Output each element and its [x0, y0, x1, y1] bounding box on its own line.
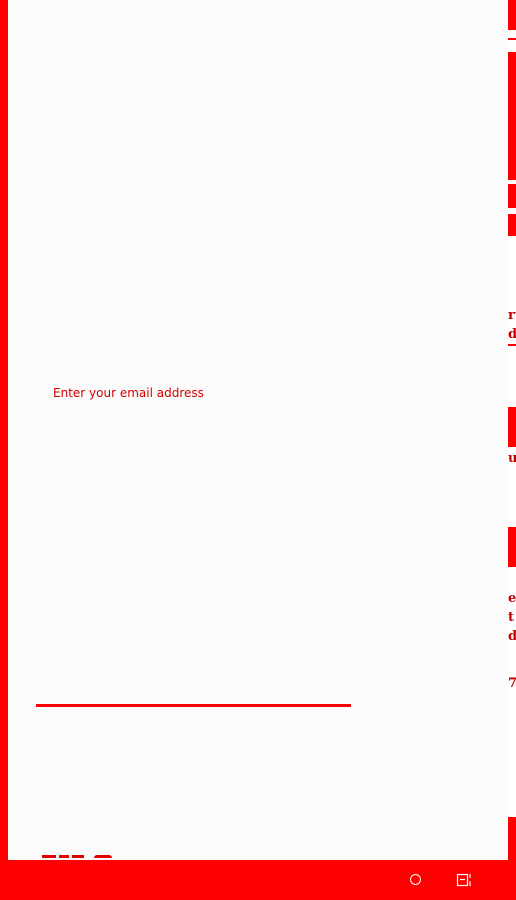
- recents-icon-glyph: [456, 873, 471, 887]
- panel-glyph: d: [508, 328, 516, 342]
- circle-icon[interactable]: [410, 874, 421, 885]
- panel-bar: [508, 817, 516, 860]
- panel-bar: [508, 52, 516, 180]
- panel-bar: [508, 184, 516, 208]
- panel-glyph: t: [508, 611, 515, 625]
- panel-glyph: e: [508, 592, 516, 606]
- panel-bar: [508, 407, 516, 447]
- panel-glyph: d: [508, 630, 516, 644]
- email-field[interactable]: [36, 400, 351, 707]
- email-label: Enter your email address: [53, 386, 204, 400]
- panel-bar: [508, 527, 516, 567]
- left-accent-border: [0, 0, 8, 860]
- panel-bar: [508, 38, 516, 40]
- panel-glyph: rt: [508, 309, 516, 323]
- panel-bar: [508, 0, 516, 30]
- panel-bar: [508, 344, 516, 346]
- panel-glyph: u: [508, 452, 516, 466]
- navigation-bar: [0, 860, 516, 900]
- panel-glyph: 7: [508, 677, 516, 691]
- adjacent-panel-peek[interactable]: rt d u e t d 7: [508, 0, 516, 860]
- app-screen: rt d u e t d 7 Enter your email address: [0, 0, 516, 900]
- recents-icon[interactable]: [456, 872, 472, 888]
- panel-bar: [508, 214, 516, 236]
